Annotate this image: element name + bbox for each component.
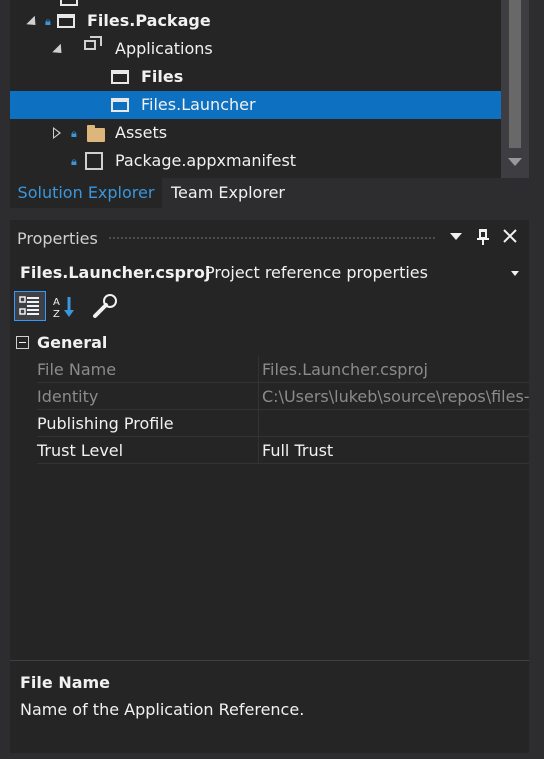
object-selector[interactable]: Files.Launcher.csproj Project reference … xyxy=(10,258,529,288)
description-divider[interactable] xyxy=(10,660,529,661)
wrench-icon xyxy=(93,294,117,318)
panel-grip[interactable] xyxy=(108,236,436,241)
property-name: File Name xyxy=(37,360,117,379)
application-reference-icon xyxy=(111,98,129,112)
scroll-down-icon[interactable] xyxy=(508,158,522,166)
close-icon[interactable] xyxy=(502,228,518,248)
property-name: Identity xyxy=(37,387,99,406)
property-pages-button[interactable] xyxy=(91,293,119,325)
tree-item-label: Files.Package xyxy=(87,11,211,30)
tab-solution-explorer[interactable]: Solution Explorer xyxy=(10,178,162,208)
svg-text:Z: Z xyxy=(53,309,60,320)
lock-icon: 🔒︎ xyxy=(71,155,77,168)
property-name: Trust Level xyxy=(37,441,124,460)
tree-item-files-package[interactable]: 🔒︎ Files.Package xyxy=(10,7,501,35)
property-value[interactable]: Full Trust xyxy=(262,437,529,464)
folder-icon xyxy=(87,125,105,142)
selected-object-name: Files.Launcher.csproj xyxy=(20,263,211,282)
property-row-trust-level[interactable]: Trust Level Full Trust xyxy=(10,437,529,464)
svg-text:A: A xyxy=(53,297,60,308)
category-label: General xyxy=(37,333,108,352)
property-value: Files.Launcher.csproj xyxy=(262,360,428,379)
property-row-file-name[interactable]: File Name Files.Launcher.csproj xyxy=(10,356,529,383)
expanded-arrow-icon[interactable] xyxy=(52,43,66,58)
property-row-publishing-profile[interactable]: Publishing Profile xyxy=(10,410,529,437)
manifest-icon xyxy=(85,152,103,170)
tree-item-assets[interactable]: 🔒︎ Assets xyxy=(10,119,501,147)
column-divider[interactable] xyxy=(258,356,259,463)
categorized-icon xyxy=(19,296,39,315)
tree-item-files[interactable]: Files xyxy=(10,63,501,91)
tab-team-explorer[interactable]: Team Explorer xyxy=(168,178,288,208)
properties-title: Properties xyxy=(17,229,98,248)
row-divider xyxy=(37,463,529,464)
package-project-icon xyxy=(57,14,75,28)
tree-item-package-manifest[interactable]: 🔒︎ Package.appxmanifest xyxy=(10,147,501,175)
alphabetical-button[interactable]: A Z xyxy=(52,294,78,324)
lock-icon: 🔒︎ xyxy=(45,15,51,28)
tree-item-files-launcher[interactable]: Files.Launcher xyxy=(10,91,501,119)
solution-explorer-tree[interactable]: 🔒︎ Files.Package Applications Files File… xyxy=(10,0,501,178)
project-icon xyxy=(60,0,78,6)
properties-toolbar xyxy=(10,290,529,324)
pin-icon[interactable] xyxy=(476,228,490,250)
property-name: Publishing Profile xyxy=(37,414,174,433)
tree-scrollbar-thumb[interactable] xyxy=(509,0,521,148)
description-text: Name of the Application Reference. xyxy=(20,700,305,719)
collapsed-arrow-inner xyxy=(54,129,59,137)
minus-sign xyxy=(19,342,26,343)
description-title: File Name xyxy=(20,673,111,692)
property-row-identity[interactable]: Identity C:\Users\lukeb\source\repos\fil… xyxy=(10,383,529,410)
expanded-arrow-icon[interactable] xyxy=(26,15,40,30)
tree-item-label: Files xyxy=(141,67,184,86)
alphabetical-sort-icon: A Z xyxy=(53,297,74,320)
applications-icon-back xyxy=(90,36,102,46)
property-value: C:\Users\lukeb\source\repos\files- xyxy=(262,387,529,406)
categorized-button[interactable] xyxy=(14,291,46,321)
application-reference-icon xyxy=(111,70,129,84)
tree-item-label: Package.appxmanifest xyxy=(115,151,297,170)
lock-icon: 🔒︎ xyxy=(71,127,77,140)
selected-object-type: Project reference properties xyxy=(205,263,428,282)
tree-item-label: Files.Launcher xyxy=(141,95,256,114)
chevron-down-icon[interactable] xyxy=(511,271,519,276)
tree-item-label: Applications xyxy=(115,39,213,58)
tree-item-applications[interactable]: Applications xyxy=(10,35,501,63)
category-general[interactable]: General xyxy=(10,329,529,356)
tree-item-label: Assets xyxy=(115,123,168,142)
window-position-dropdown-icon[interactable] xyxy=(450,233,462,240)
